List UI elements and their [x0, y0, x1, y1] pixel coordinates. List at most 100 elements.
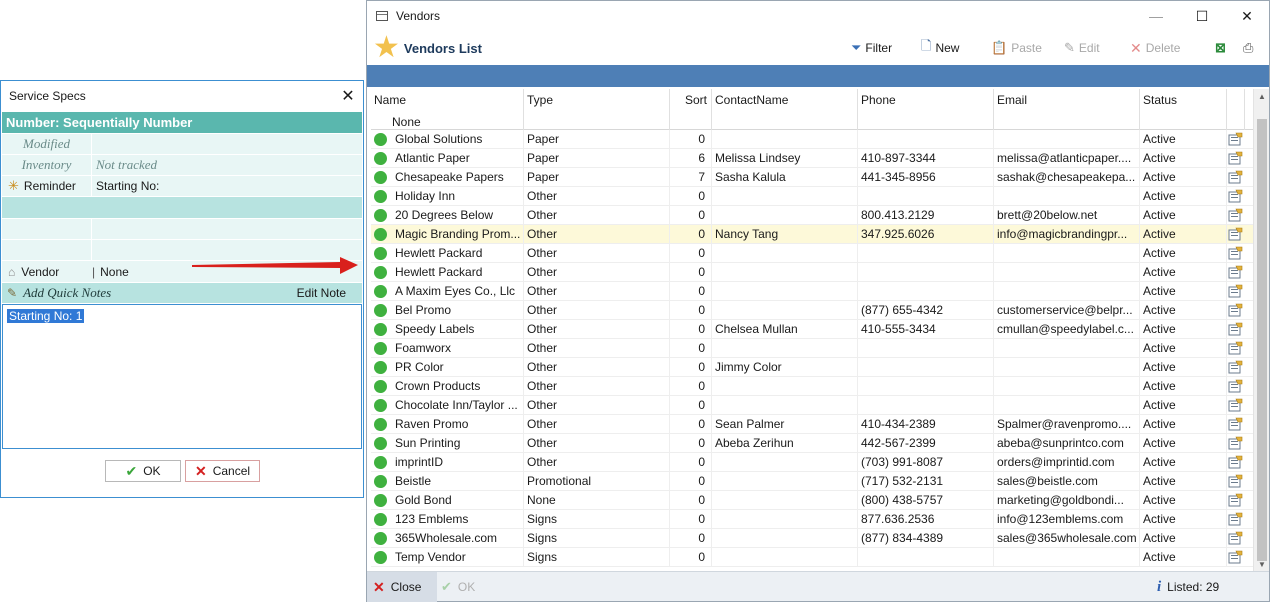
maximize-icon[interactable]: ☐ [1179, 1, 1225, 31]
cell-type: Other [524, 339, 670, 358]
table-row[interactable]: Chesapeake Papers Paper 7 Sasha Kalula 441-3… [371, 168, 1253, 187]
table-row[interactable]: Magic Branding Prom... Other 0 Nancy Tang 34… [371, 225, 1253, 244]
table-row[interactable]: Gold Bond None 0 (800) 438-5757 marketing@go… [371, 491, 1253, 510]
table-row[interactable]: Raven Promo Other 0 Sean Palmer 410-434-2389… [371, 415, 1253, 434]
col-status[interactable]: Status [1140, 89, 1227, 130]
edit-button[interactable]: ✎ Edit [1064, 39, 1100, 57]
edit-row-icon[interactable] [1228, 265, 1243, 279]
filter-button[interactable]: ⏷ Filter [851, 39, 892, 57]
edit-row-icon[interactable] [1228, 132, 1243, 146]
edit-row-icon[interactable] [1228, 189, 1243, 203]
col-phone[interactable]: Phone [858, 89, 994, 130]
vertical-scrollbar[interactable]: ▲ ▼ [1253, 89, 1269, 571]
print-button[interactable]: ⎙ [1243, 39, 1253, 57]
edit-row-icon[interactable] [1228, 550, 1243, 564]
cell-status: Active [1140, 130, 1227, 149]
table-row[interactable]: PR Color Other 0 Jimmy Color Active [371, 358, 1253, 377]
cell-phone [858, 358, 994, 377]
col-contact[interactable]: ContactName [712, 89, 858, 130]
edit-row-icon[interactable] [1228, 227, 1243, 241]
edit-row-icon[interactable] [1228, 379, 1243, 393]
cell-contact [712, 339, 858, 358]
scroll-down-icon[interactable]: ▼ [1254, 557, 1270, 571]
edit-row-icon[interactable] [1228, 284, 1243, 298]
table-row[interactable]: 123 Emblems Signs 0 877.636.2536 info@123emb… [371, 510, 1253, 529]
close-icon[interactable]: ✕ [333, 81, 363, 111]
cell-name: Hewlett Packard [392, 244, 524, 263]
reminder-row[interactable]: ✳ Reminder Starting No: [2, 176, 362, 197]
scroll-thumb[interactable] [1257, 119, 1267, 561]
inventory-value: Not tracked [96, 157, 158, 172]
edit-row-icon[interactable] [1228, 170, 1243, 184]
add-quick-notes-link[interactable]: Add Quick Notes [23, 285, 111, 301]
table-row[interactable]: Temp Vendor Signs 0 Active [371, 548, 1253, 567]
edit-row-icon[interactable] [1228, 512, 1243, 526]
edit-row-icon[interactable] [1228, 246, 1243, 260]
cell-status: Active [1140, 377, 1227, 396]
cell-status: Active [1140, 225, 1227, 244]
footer-ok-button[interactable]: ✔ OK [441, 572, 475, 602]
edit-row-icon[interactable] [1228, 208, 1243, 222]
active-status-dot-icon [374, 304, 387, 317]
cell-sort: 0 [670, 244, 712, 263]
edit-row-icon[interactable] [1228, 398, 1243, 412]
active-status-dot-icon [374, 399, 387, 412]
edit-row-icon[interactable] [1228, 151, 1243, 165]
new-button[interactable]: 🗋 New [921, 38, 959, 57]
table-row[interactable]: Global Solutions Paper 0 Active [371, 130, 1253, 149]
edit-row-icon[interactable] [1228, 360, 1243, 374]
table-row[interactable]: Sun Printing Other 0 Abeba Zerihun 442-567-2… [371, 434, 1253, 453]
col-sort[interactable]: Sort [670, 89, 712, 130]
edit-row-icon[interactable] [1228, 417, 1243, 431]
cancel-button[interactable]: ✕ Cancel [185, 460, 260, 482]
edit-row-icon[interactable] [1228, 341, 1243, 355]
table-row[interactable]: A Maxim Eyes Co., Llc Other 0 Active [371, 282, 1253, 301]
table-row[interactable]: Bel Promo Other 0 (877) 655-4342 customerser… [371, 301, 1253, 320]
cell-name: Bel Promo [392, 301, 524, 320]
minimize-icon[interactable]: — [1133, 1, 1179, 31]
export-excel-button[interactable]: ⊠ [1215, 39, 1226, 57]
active-status-dot-icon [374, 513, 387, 526]
table-row[interactable]: 365Wholesale.com Signs 0 (877) 834-4389 sale… [371, 529, 1253, 548]
inventory-label: Inventory [21, 157, 72, 172]
table-row[interactable]: Crown Products Other 0 Active [371, 377, 1253, 396]
notes-textarea[interactable]: Starting No: 1 [2, 304, 362, 449]
delete-button[interactable]: ✕ Delete [1130, 39, 1180, 57]
edit-row-icon[interactable] [1228, 493, 1243, 507]
none-row[interactable]: None [392, 115, 421, 129]
col-type[interactable]: Type [524, 89, 670, 130]
scroll-up-icon[interactable]: ▲ [1254, 89, 1270, 103]
table-row[interactable]: Speedy Labels Other 0 Chelsea Mullan 410-555… [371, 320, 1253, 339]
table-row[interactable]: Atlantic Paper Paper 6 Melissa Lindsey 410-8… [371, 149, 1253, 168]
edit-note-link[interactable]: Edit Note [297, 286, 346, 300]
table-row[interactable]: Hewlett Packard Other 0 Active [371, 244, 1253, 263]
ok-button[interactable]: ✔ OK [105, 460, 181, 482]
edit-row-icon[interactable] [1228, 474, 1243, 488]
table-row[interactable]: Beistle Promotional 0 (717) 532-2131 sales@b… [371, 472, 1253, 491]
active-status-dot-icon [374, 152, 387, 165]
listed-label: Listed: 29 [1167, 580, 1220, 594]
table-row[interactable]: Hewlett Packard Other 0 Active [371, 263, 1253, 282]
table-row[interactable]: Holiday Inn Other 0 Active [371, 187, 1253, 206]
table-row[interactable]: Chocolate Inn/Taylor ... Other 0 Active [371, 396, 1253, 415]
edit-row-icon[interactable] [1228, 531, 1243, 545]
edit-row-icon[interactable] [1228, 322, 1243, 336]
cell-type: Other [524, 263, 670, 282]
cell-status: Active [1140, 358, 1227, 377]
window-close-icon[interactable]: ✕ [1224, 1, 1270, 31]
col-email[interactable]: Email [994, 89, 1140, 130]
table-row[interactable]: 20 Degrees Below Other 0 800.413.2129 brett@… [371, 206, 1253, 225]
cell-sort: 0 [670, 130, 712, 149]
spec-header: Number: Sequentially Number [2, 112, 362, 133]
paste-button[interactable]: 📋 Paste [991, 39, 1042, 57]
edit-row-icon[interactable] [1228, 455, 1243, 469]
table-row[interactable]: Foamworx Other 0 Active [371, 339, 1253, 358]
paste-icon: 📋 [991, 40, 1008, 55]
cell-sort: 0 [670, 453, 712, 472]
edit-row-icon[interactable] [1228, 436, 1243, 450]
table-row[interactable]: imprintID Other 0 (703) 991-8087 orders@impr… [371, 453, 1253, 472]
cell-contact [712, 491, 858, 510]
edit-row-icon[interactable] [1228, 303, 1243, 317]
new-document-icon: 🗋 [921, 38, 932, 53]
close-button[interactable]: ✕ Close [367, 572, 437, 602]
